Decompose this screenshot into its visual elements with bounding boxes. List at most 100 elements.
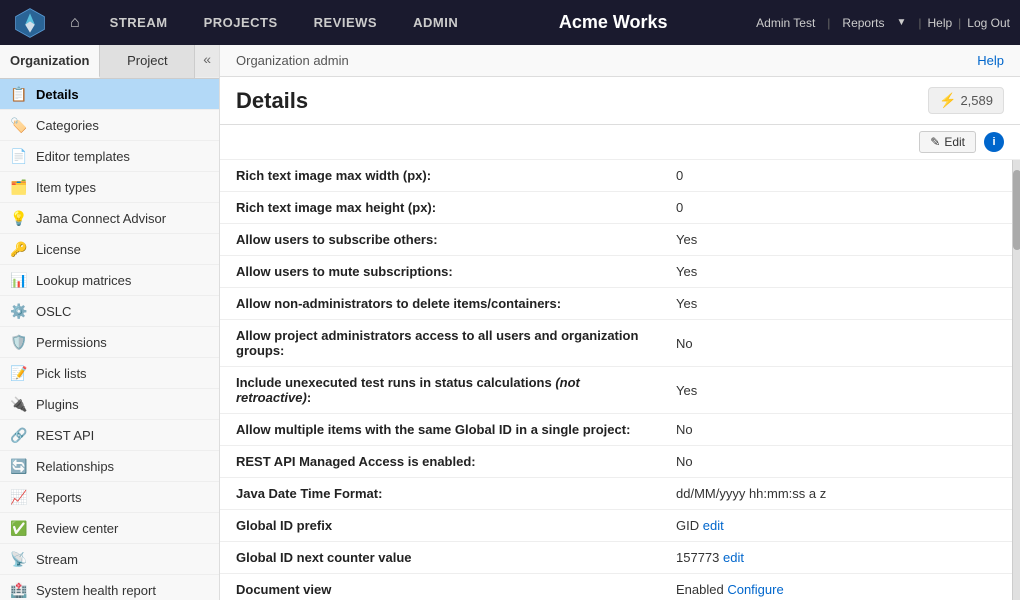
sidebar-item-editor-templates[interactable]: 📄 Editor templates <box>0 141 219 172</box>
sidebar-item-oslc[interactable]: ⚙️ OSLC <box>0 296 219 327</box>
row-label: Document view <box>220 574 660 600</box>
sidebar-icon-10: 🔌 <box>10 395 28 413</box>
content-title-row: Details ⚡ 2,589 <box>220 77 1020 125</box>
scrollbar[interactable] <box>1012 160 1020 600</box>
sidebar-item-permissions[interactable]: 🛡️Permissions <box>0 327 219 358</box>
sidebar-item-plugins[interactable]: 🔌 Plugins <box>0 389 219 420</box>
sidebar-item-license[interactable]: 🔑License <box>0 234 219 265</box>
row-value: dd/MM/yyyy hh:mm:ss a z <box>660 478 1020 510</box>
sidebar-icon-2: 📄 <box>10 147 28 165</box>
sidebar-icon-16: 🏥 <box>10 581 28 599</box>
activity-badge: ⚡ 2,589 <box>928 87 1004 114</box>
row-value: Enabled Configure <box>660 574 1020 600</box>
table-row: Include unexecuted test runs in status c… <box>220 367 1020 414</box>
main-layout: Organization Project « 📋 Details 🏷️Categor… <box>0 45 1020 600</box>
sidebar-item-relationships[interactable]: 🔄Relationships <box>0 451 219 482</box>
table-row: Allow users to subscribe others:Yes <box>220 224 1020 256</box>
sidebar-label-1: Categories <box>36 118 99 133</box>
collapse-sidebar[interactable]: « <box>195 45 219 78</box>
sidebar-label-8: Permissions <box>36 335 107 350</box>
row-label: Include unexecuted test runs in status c… <box>220 367 660 414</box>
logout-link[interactable]: Log Out <box>967 16 1010 30</box>
sidebar-label-14: Review center <box>36 521 118 536</box>
sidebar-label-2: Editor templates <box>36 149 130 164</box>
sidebar: Organization Project « 📋 Details 🏷️Categor… <box>0 45 220 600</box>
sidebar-label-13: Reports <box>36 490 82 505</box>
sidebar-label-4: Jama Connect Advisor <box>36 211 166 226</box>
row-label: Allow non-administrators to delete items… <box>220 288 660 320</box>
sidebar-item-lookup-matrices[interactable]: 📊Lookup matrices <box>0 265 219 296</box>
pencil-icon: ✎ <box>930 135 940 149</box>
row-label: Java Date Time Format: <box>220 478 660 510</box>
sidebar-label-0: Details <box>36 87 79 102</box>
content-header: Organization admin Help <box>220 45 1020 77</box>
sidebar-label-7: OSLC <box>36 304 71 319</box>
sidebar-icon-13: 📈 <box>10 488 28 506</box>
app-logo <box>10 3 50 43</box>
edit-button[interactable]: ✎ Edit <box>919 131 976 153</box>
page-title: Details <box>236 88 308 114</box>
sidebar-icon-5: 🔑 <box>10 240 28 258</box>
nav-stream[interactable]: STREAM <box>92 0 186 45</box>
row-value: GID edit <box>660 510 1020 542</box>
reports-menu[interactable]: Reports <box>836 16 890 30</box>
row-value: 0 <box>660 192 1020 224</box>
row-value: Yes <box>660 256 1020 288</box>
sidebar-item-pick-lists[interactable]: 📝Pick lists <box>0 358 219 389</box>
table-row: Allow multiple items with the same Globa… <box>220 414 1020 446</box>
row-action-link-12[interactable]: Configure <box>727 582 783 597</box>
pulse-icon: ⚡ <box>939 92 956 109</box>
row-label: Global ID prefix <box>220 510 660 542</box>
sidebar-label-3: Item types <box>36 180 96 195</box>
sidebar-items-list: 📋 Details 🏷️Categories 📄 Editor templates 🗂️I… <box>0 79 219 600</box>
table-row: Global ID next counter value157773 edit <box>220 542 1020 574</box>
table-row: Rich text image max height (px):0 <box>220 192 1020 224</box>
tab-project[interactable]: Project <box>100 45 195 78</box>
sidebar-label-12: Relationships <box>36 459 114 474</box>
sidebar-item-details[interactable]: 📋 Details <box>0 79 219 110</box>
row-label: Global ID next counter value <box>220 542 660 574</box>
table-row: Allow non-administrators to delete items… <box>220 288 1020 320</box>
sidebar-item-reports[interactable]: 📈 Reports <box>0 482 219 513</box>
nav-projects[interactable]: PROJECTS <box>186 0 296 45</box>
sidebar-icon-7: ⚙️ <box>10 302 28 320</box>
row-action-link-10[interactable]: edit <box>703 518 724 533</box>
sidebar-item-stream[interactable]: 📡Stream <box>0 544 219 575</box>
sidebar-item-jama-connect-advisor[interactable]: 💡Jama Connect Advisor <box>0 203 219 234</box>
nav-reviews[interactable]: REVIEWS <box>296 0 395 45</box>
sidebar-icon-6: 📊 <box>10 271 28 289</box>
sidebar-item-review-center[interactable]: ✅Review center <box>0 513 219 544</box>
table-row: Document viewEnabled Configure <box>220 574 1020 600</box>
content-area: Organization admin Help Details ⚡ 2,589 … <box>220 45 1020 600</box>
sidebar-icon-0: 📋 <box>10 85 28 103</box>
sidebar-icon-15: 📡 <box>10 550 28 568</box>
sidebar-label-16: System health report <box>36 583 156 598</box>
sidebar-item-rest-api[interactable]: 🔗REST API <box>0 420 219 451</box>
table-row: Rich text image max width (px):0 <box>220 160 1020 192</box>
row-value: 157773 edit <box>660 542 1020 574</box>
sidebar-item-categories[interactable]: 🏷️Categories <box>0 110 219 141</box>
edit-label: Edit <box>944 135 965 149</box>
user-name: Admin Test <box>750 16 821 30</box>
table-row: Allow project administrators access to a… <box>220 320 1020 367</box>
sidebar-tabs: Organization Project « <box>0 45 219 79</box>
help-link[interactable]: Help <box>927 16 952 30</box>
nav-admin[interactable]: ADMIN <box>395 0 476 45</box>
sidebar-icon-11: 🔗 <box>10 426 28 444</box>
row-label: Allow users to mute subscriptions: <box>220 256 660 288</box>
help-link-content[interactable]: Help <box>977 53 1004 68</box>
activity-count: 2,589 <box>960 93 993 108</box>
sidebar-item-system-health-report[interactable]: 🏥 System health report <box>0 575 219 600</box>
info-icon[interactable]: i <box>984 132 1004 152</box>
tab-organization[interactable]: Organization <box>0 45 100 78</box>
edit-bar: ✎ Edit i <box>220 125 1020 160</box>
app-title: Acme Works <box>476 12 750 33</box>
row-value: Yes <box>660 367 1020 414</box>
home-icon[interactable]: ⌂ <box>58 14 92 32</box>
row-value: No <box>660 414 1020 446</box>
sidebar-label-10: Plugins <box>36 397 79 412</box>
sidebar-item-item-types[interactable]: 🗂️Item types <box>0 172 219 203</box>
nav-items: STREAM PROJECTS REVIEWS ADMIN <box>92 0 477 45</box>
row-value: Yes <box>660 288 1020 320</box>
row-action-link-11[interactable]: edit <box>723 550 744 565</box>
